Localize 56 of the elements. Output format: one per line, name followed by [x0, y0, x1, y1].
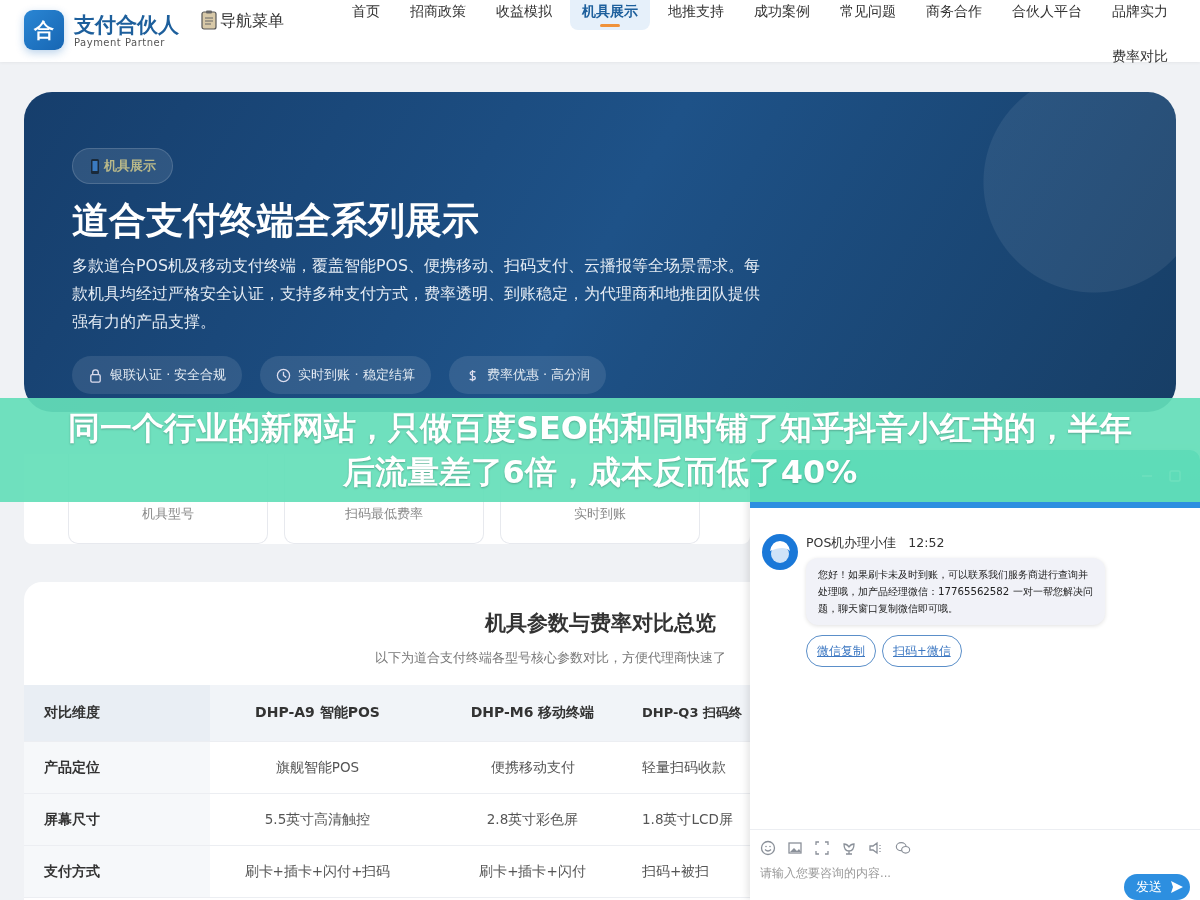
table-cell: 旗舰智能POS: [210, 742, 425, 794]
feature-chip: 银联认证 · 安全合规: [72, 356, 243, 394]
message-input[interactable]: 请输入您要咨询的内容...: [760, 866, 1020, 880]
nav-tab[interactable]: 首页: [340, 0, 392, 30]
nav-tab[interactable]: 成功案例: [742, 0, 822, 30]
nav-tab[interactable]: 常见问题: [828, 0, 908, 30]
table-cell: 刷卡+插卡+闪付+扫码: [210, 846, 425, 898]
table-cell: 5.5英寸高清触控: [210, 794, 425, 846]
table-cell: 刷卡+插卡+闪付: [425, 846, 640, 898]
clock-icon: [276, 367, 292, 383]
quick-reply-button[interactable]: 微信复制: [806, 635, 876, 667]
hero-description: 多款道合POS机及移动支付终端，覆盖智能POS、便携移动、扫码支付、云播报等全场景需求。每款机具均经过严格安全认证，支持多种支付方式，费率透明、到账稳定，为代理商和地推团队提供强有力的产品支撑。: [72, 255, 761, 333]
nav-tab[interactable]: 品牌实力: [1100, 0, 1180, 30]
flower-icon[interactable]: [841, 840, 857, 856]
stat-label: 实时到账: [574, 506, 626, 523]
wechat-icon[interactable]: [895, 840, 911, 856]
caption-text: 同一个行业的新网站，只做百度SEO的和同时铺了知乎抖音小红书的，半年后流量差了6倍，成本反而低了40%: [66, 408, 1134, 493]
table-cell: 支付方式: [24, 846, 210, 898]
brand-name: 支付合伙人: [74, 12, 179, 37]
nav-tab[interactable]: 商务合作: [914, 0, 994, 30]
send-icon: [1170, 880, 1184, 894]
speaker-icon[interactable]: [868, 840, 884, 856]
logo-mark[interactable]: 合: [24, 10, 64, 50]
stat-label: 机具型号: [142, 506, 194, 523]
avatar-icon: [762, 534, 798, 570]
feature-chip: 费率优惠 · 高分润: [448, 356, 607, 394]
nav-tab[interactable]: 收益模拟: [484, 0, 564, 30]
nav-tab[interactable]: 机具展示: [570, 0, 650, 30]
nav-tab[interactable]: 合伙人平台: [1000, 0, 1094, 30]
quick-reply-button[interactable]: 扫码+微信: [882, 635, 962, 667]
lock-icon: [88, 367, 103, 383]
image-icon[interactable]: [787, 840, 803, 856]
emoji-icon[interactable]: [760, 840, 776, 856]
sender-name: POS机办理小佳: [806, 534, 897, 552]
hero-title: 道合支付终端全系列展示: [72, 198, 480, 244]
stat-label: 扫码最低费率: [345, 506, 423, 523]
column-header: DHP-M6 移动终端: [425, 685, 640, 742]
clipboard-icon[interactable]: [201, 10, 217, 30]
column-header: DHP-A9 智能POS: [210, 685, 425, 742]
nav-tab[interactable]: 费率对比: [1100, 42, 1180, 72]
table-cell: 屏幕尺寸: [24, 794, 210, 846]
message-time: 12:52: [908, 534, 945, 552]
menu-toggle[interactable]: 导航菜单: [220, 8, 284, 34]
feature-chip: 实时到账 · 稳定结算: [260, 356, 431, 394]
table-cell: 产品定位: [24, 742, 210, 794]
brand-tagline: Payment Partner: [74, 36, 166, 48]
nav-tab[interactable]: 地推支持: [656, 0, 736, 30]
column-header: 对比维度: [24, 685, 210, 742]
nav-tab[interactable]: 招商政策: [398, 0, 478, 30]
comparison-subtitle: 以下为道合支付终端各型号核心参数对比，方便代理商快速了: [375, 650, 726, 667]
comparison-title: 机具参数与费率对比总览: [484, 610, 716, 637]
message-bubble: 您好！如果刷卡未及时到账，可以联系我们服务商进行查询并处理哦，加产品经理微信：17765562582 一对一帮您解决问题，聊天窗口复制微信即可哦。: [806, 558, 1105, 625]
table-cell: 2.8英寸彩色屏: [425, 794, 640, 846]
screenshot-icon[interactable]: [814, 840, 830, 856]
table-cell: 便携移动支付: [425, 742, 640, 794]
section-badge: 机具展示: [72, 148, 173, 184]
